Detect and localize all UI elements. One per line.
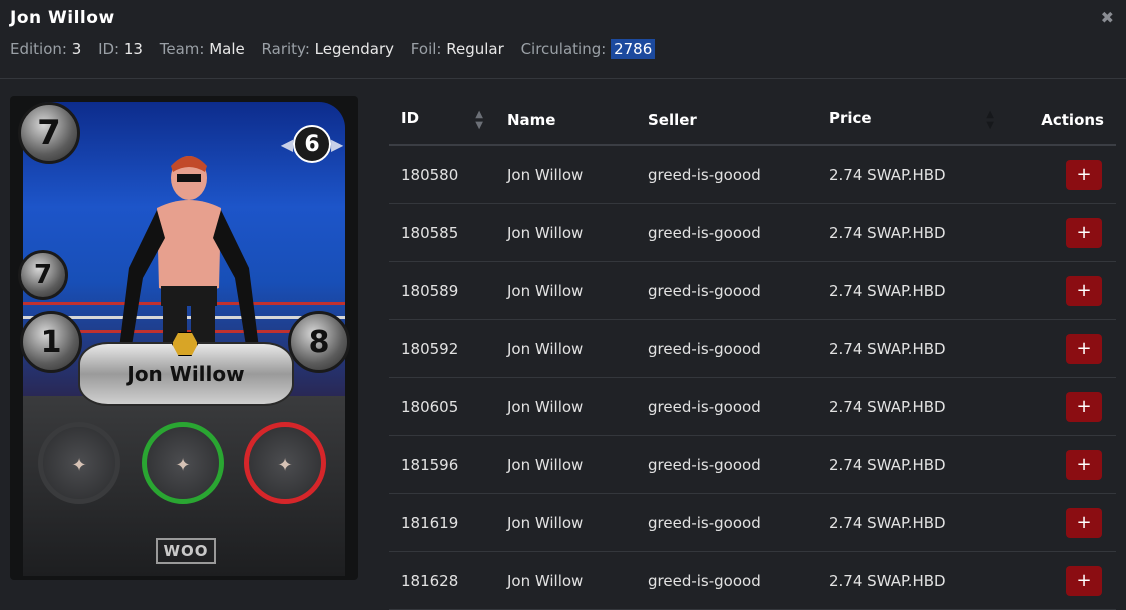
table-row: 180585 Jon Willow greed-is-goood 2.74 SWAP.… — [389, 203, 1116, 262]
meta-value-foil: Regular — [446, 40, 504, 58]
edition-badge: WOO — [156, 538, 216, 564]
listing-price: 2.74 SWAP.HBD — [817, 493, 1006, 552]
ability-icon: ✦ — [244, 422, 326, 504]
listing-price: 2.74 SWAP.HBD — [817, 435, 1006, 494]
listing-name: Jon Willow — [495, 261, 636, 320]
listing-id: 181628 — [389, 551, 495, 610]
table-header-row: ID ▲ ▼ Name Seller Price ▲ ▼ Actions — [389, 96, 1116, 146]
table-row: 180605 Jon Willow greed-is-goood 2.74 SWAP.… — [389, 377, 1116, 436]
meta-label-edition: Edition: — [10, 40, 67, 58]
sort-icon[interactable]: ▲ ▼ — [475, 109, 483, 131]
market-table: ID ▲ ▼ Name Seller Price ▲ ▼ Actions 18058… — [389, 96, 1116, 610]
listing-price: 2.74 SWAP.HBD — [817, 377, 1006, 436]
listing-actions: + — [1006, 435, 1116, 494]
add-to-cart-button[interactable]: + — [1066, 159, 1102, 190]
add-to-cart-button[interactable]: + — [1066, 449, 1102, 480]
column-header-name: Name — [495, 96, 636, 146]
add-to-cart-button[interactable]: + — [1066, 217, 1102, 248]
listing-price: 2.74 SWAP.HBD — [817, 203, 1006, 262]
listing-seller: greed-is-goood — [636, 261, 817, 320]
table-row: 181619 Jon Willow greed-is-goood 2.74 SWAP.… — [389, 493, 1116, 552]
column-header-seller: Seller — [636, 96, 817, 146]
listing-seller: greed-is-goood — [636, 493, 817, 552]
listing-actions: + — [1006, 377, 1116, 436]
wing-icon: ▶ — [331, 134, 344, 154]
listing-name: Jon Willow — [495, 145, 636, 204]
meta-label-id: ID: — [98, 40, 120, 58]
speed-stat: 7 — [18, 250, 68, 300]
listing-seller: greed-is-goood — [636, 319, 817, 378]
table-row: 181596 Jon Willow greed-is-goood 2.74 SWAP.… — [389, 435, 1116, 494]
listing-actions: + — [1006, 145, 1116, 204]
listing-seller: greed-is-goood — [636, 551, 817, 610]
listing-actions: + — [1006, 319, 1116, 378]
add-to-cart-button[interactable]: + — [1066, 507, 1102, 538]
listing-seller: greed-is-goood — [636, 203, 817, 262]
listing-name: Jon Willow — [495, 319, 636, 378]
listing-price: 2.74 SWAP.HBD — [817, 551, 1006, 610]
table-row: 180580 Jon Willow greed-is-goood 2.74 SWAP.… — [389, 145, 1116, 204]
card-image: ◀ 6 ▶ 7 7 1 8 Jon Willow ✦ ✦ ✦ WOO — [10, 96, 358, 580]
meta-label-rarity: Rarity: — [261, 40, 310, 58]
sort-icon[interactable]: ▲ ▼ — [986, 109, 994, 131]
meta-label-foil: Foil: — [410, 40, 442, 58]
wing-icon: ◀ — [280, 134, 293, 154]
column-header-actions: Actions — [1006, 96, 1116, 146]
meta-value-edition: 3 — [71, 40, 82, 58]
listing-name: Jon Willow — [495, 493, 636, 552]
meta-label-circulating: Circulating: — [520, 40, 607, 58]
listing-seller: greed-is-goood — [636, 145, 817, 204]
ability-icon: ✦ — [142, 422, 224, 504]
listing-name: Jon Willow — [495, 377, 636, 436]
listing-id: 180580 — [389, 145, 495, 204]
level-indicator: ◀ 6 ▶ — [279, 124, 345, 164]
listing-actions: + — [1006, 261, 1116, 320]
add-to-cart-button[interactable]: + — [1066, 565, 1102, 596]
listing-id: 181619 — [389, 493, 495, 552]
listing-seller: greed-is-goood — [636, 435, 817, 494]
meta-value-rarity: Legendary — [314, 40, 395, 58]
listing-id: 180592 — [389, 319, 495, 378]
listing-price: 2.74 SWAP.HBD — [817, 319, 1006, 378]
ability-icon: ✦ — [38, 422, 120, 504]
attack-stat: 1 — [20, 311, 82, 373]
listing-id: 180589 — [389, 261, 495, 320]
add-to-cart-button[interactable]: + — [1066, 275, 1102, 306]
listing-name: Jon Willow — [495, 435, 636, 494]
listing-id: 181596 — [389, 435, 495, 494]
add-to-cart-button[interactable]: + — [1066, 333, 1102, 364]
close-icon[interactable]: ✖ — [1101, 8, 1114, 27]
meta-value-team: Male — [209, 40, 245, 58]
card-title: Jon Willow — [10, 8, 115, 28]
meta-label-team: Team: — [159, 40, 205, 58]
listing-id: 180585 — [389, 203, 495, 262]
table-row: 180589 Jon Willow greed-is-goood 2.74 SWAP.… — [389, 261, 1116, 320]
header-divider — [0, 78, 1126, 79]
table-row: 180592 Jon Willow greed-is-goood 2.74 SWAP.… — [389, 319, 1116, 378]
card-level: 6 — [293, 125, 331, 163]
health-stat: 8 — [288, 311, 350, 373]
card-meta: Edition: 3 ID: 13 Team: Male Rarity: Leg… — [10, 39, 667, 59]
column-header-price[interactable]: Price ▲ ▼ — [817, 96, 1006, 146]
column-header-id[interactable]: ID ▲ ▼ — [389, 96, 495, 146]
listing-actions: + — [1006, 203, 1116, 262]
listing-price: 2.74 SWAP.HBD — [817, 145, 1006, 204]
listing-name: Jon Willow — [495, 551, 636, 610]
table-row: 181628 Jon Willow greed-is-goood 2.74 SWAP.… — [389, 551, 1116, 610]
listing-price: 2.74 SWAP.HBD — [817, 261, 1006, 320]
add-to-cart-button[interactable]: + — [1066, 391, 1102, 422]
listing-name: Jon Willow — [495, 203, 636, 262]
meta-value-id: 13 — [123, 40, 143, 58]
meta-value-circulating: 2786 — [611, 39, 656, 59]
mana-stat: 7 — [18, 102, 80, 164]
listing-id: 180605 — [389, 377, 495, 436]
listing-seller: greed-is-goood — [636, 377, 817, 436]
listing-actions: + — [1006, 551, 1116, 610]
listing-actions: + — [1006, 493, 1116, 552]
